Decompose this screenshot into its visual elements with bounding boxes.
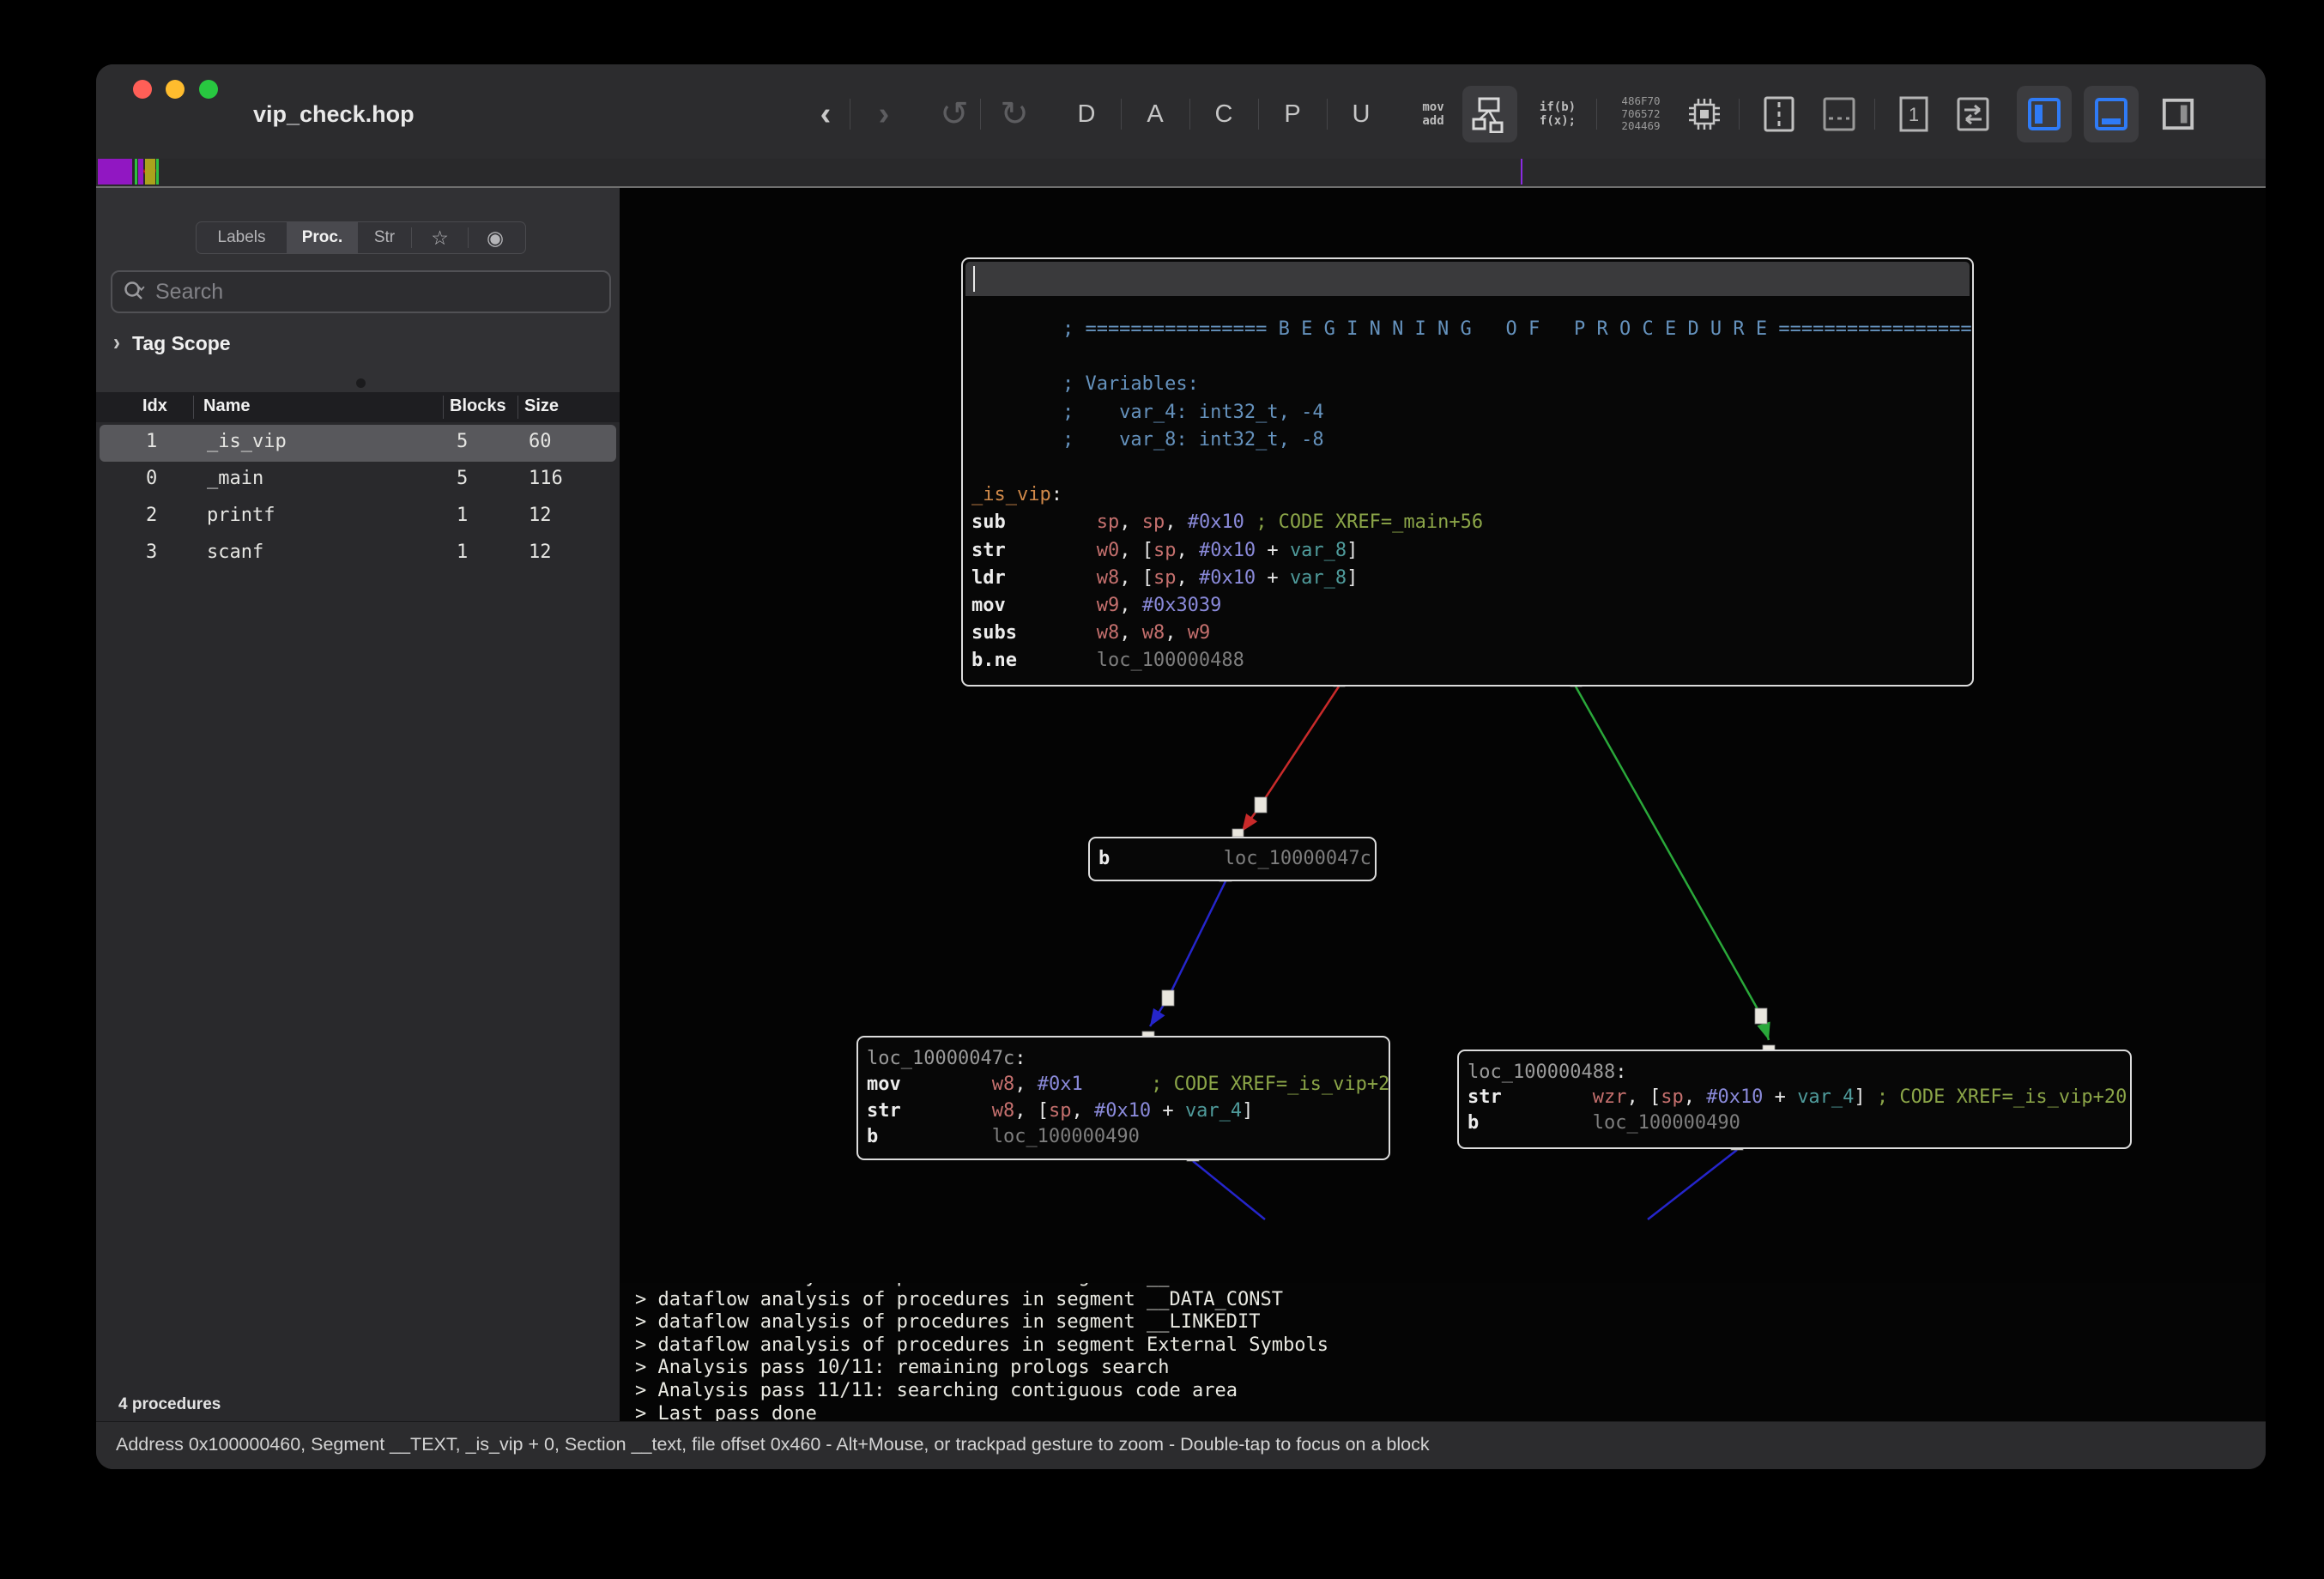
- asm-line[interactable]: ; var_8: int32_t, -8: [971, 427, 1970, 454]
- asm-line[interactable]: str w0, [sp, #0x10 + var_8]: [971, 537, 1970, 565]
- cfg-edges: [0, 0, 2324, 1579]
- screen: vip_check.hop ‹ › ↺ ↻ DACPU movadd: [0, 0, 2324, 1579]
- edge-waypoint-handle[interactable]: [1255, 797, 1267, 813]
- text-cursor: [973, 266, 975, 292]
- basic-block-loc47c[interactable]: loc_10000047c:mov w8, #0x1 ; CODE XREF=_…: [856, 1036, 1390, 1160]
- edge-arrowhead-icon: [1242, 814, 1257, 832]
- edge-waypoint-handle[interactable]: [1162, 990, 1174, 1006]
- edge-waypoint-handle[interactable]: [1755, 1008, 1767, 1024]
- asm-line[interactable]: ; var_4: int32_t, -4: [971, 399, 1970, 427]
- block-title-field[interactable]: [965, 262, 1970, 296]
- cfg-edge: [1150, 881, 1226, 1026]
- cfg-edge: [1576, 687, 1769, 1040]
- asm-line[interactable]: b loc_100000490: [867, 1124, 1387, 1150]
- asm-line[interactable]: str w8, [sp, #0x10 + var_4]: [867, 1098, 1387, 1124]
- asm-line[interactable]: loc_100000488:: [1468, 1060, 2128, 1085]
- asm-line[interactable]: [971, 454, 1970, 481]
- asm-line[interactable]: b loc_100000490: [1468, 1110, 2128, 1135]
- edge-arrowhead-icon: [1150, 1008, 1165, 1026]
- asm-line[interactable]: sub sp, sp, #0x10 ; CODE XREF=_main+56: [971, 509, 1970, 536]
- cfg-edge: [1193, 1161, 1265, 1219]
- asm-line[interactable]: _is_vip:: [971, 481, 1970, 509]
- asm-line[interactable]: b.ne loc_100000488: [971, 647, 1970, 675]
- edge-arrowhead-icon: [1757, 1022, 1770, 1040]
- asm-line[interactable]: subs w8, w8, w9: [971, 620, 1970, 647]
- asm-line[interactable]: str wzr, [sp, #0x10 + var_4] ; CODE XREF…: [1468, 1085, 2128, 1110]
- asm-line[interactable]: ; ================ B E G I N N I N G O F…: [971, 316, 1970, 343]
- asm-line[interactable]: ldr w8, [sp, #0x10 + var_8]: [971, 565, 1970, 592]
- basic-block-entry[interactable]: ; ================ B E G I N N I N G O F…: [961, 257, 1974, 687]
- asm-line[interactable]: ; Variables:: [971, 371, 1970, 398]
- basic-block-branch[interactable]: b loc_10000047c: [1088, 837, 1377, 881]
- asm-line[interactable]: [971, 343, 1970, 371]
- block-port-handle[interactable]: [1232, 829, 1244, 837]
- asm-line[interactable]: loc_10000047c:: [867, 1046, 1387, 1072]
- asm-line[interactable]: mov w8, #0x1 ; CODE XREF=_is_vip+24: [867, 1072, 1387, 1098]
- cfg-edge: [1648, 1150, 1737, 1219]
- basic-block-loc488[interactable]: loc_100000488:str wzr, [sp, #0x10 + var_…: [1457, 1050, 2132, 1149]
- asm-line[interactable]: mov w9, #0x3039: [971, 592, 1970, 620]
- asm-line[interactable]: b loc_10000047c: [1098, 845, 1373, 873]
